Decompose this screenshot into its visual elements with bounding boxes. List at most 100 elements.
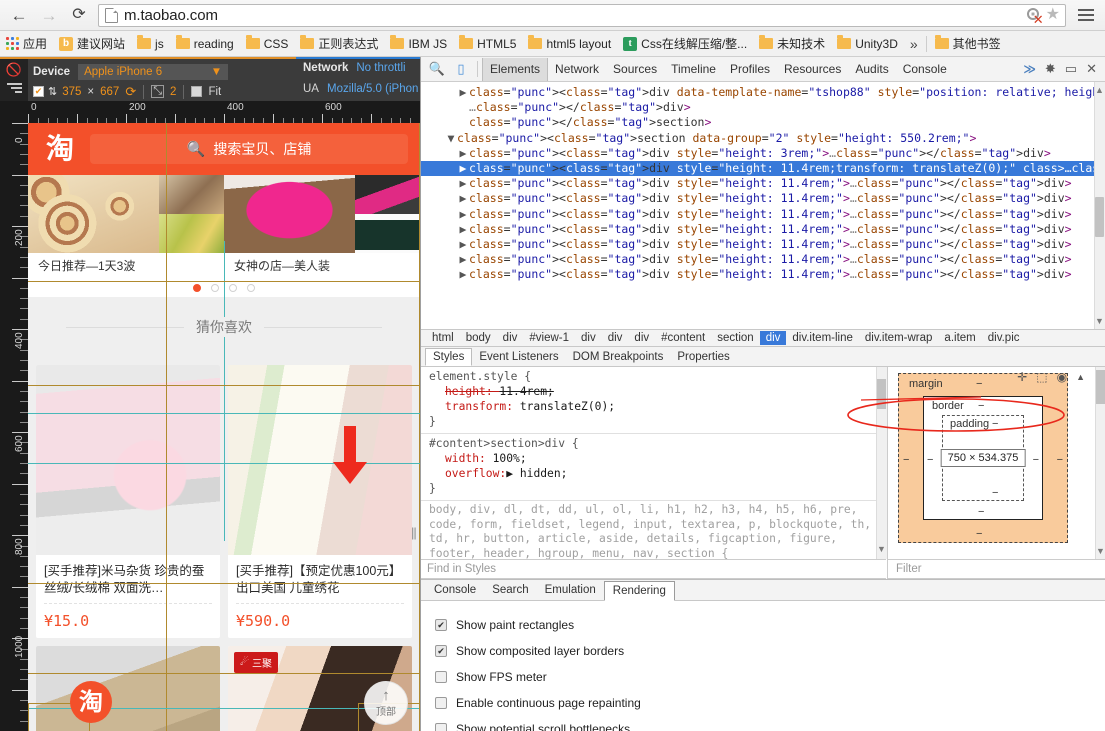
fit-checkbox[interactable] <box>191 86 202 97</box>
style-rule-content-section-div[interactable]: #content>section>div { width: 100%; over… <box>421 434 886 501</box>
drawer-tab-search[interactable]: Search <box>484 581 536 599</box>
margin-left-value[interactable]: − <box>903 454 909 466</box>
checkbox[interactable] <box>435 723 447 731</box>
elements-tree-row[interactable]: ▶class="punc"><class="tag">div style="he… <box>421 207 1105 222</box>
style-property[interactable]: width <box>429 452 479 465</box>
breadcrumb-item[interactable]: div <box>760 331 787 345</box>
bookmark-item-html5-layout[interactable]: html5 layout <box>522 33 617 55</box>
element-state-icon[interactable]: ⬚ <box>1036 370 1047 384</box>
tab-profiles[interactable]: Profiles <box>723 58 777 81</box>
style-declaration[interactable]: height: 11.4rem; <box>429 384 878 399</box>
expand-triangle-icon[interactable]: ▶ <box>457 222 469 237</box>
tab-resources[interactable]: Resources <box>777 58 848 81</box>
gear-icon[interactable]: ✸ <box>1045 61 1056 77</box>
scroll-down-icon[interactable]: ▼ <box>1096 546 1105 556</box>
reload-icon[interactable]: ⟳ <box>64 1 94 29</box>
tab-dom-breakpoints[interactable]: DOM Breakpoints <box>566 349 671 365</box>
elements-tree-row[interactable]: ▼class="punc"><class="tag">section data-… <box>421 131 1105 146</box>
elements-tree-row[interactable]: ▶class="punc"><class="tag">div style="he… <box>421 267 1105 282</box>
product-card[interactable] <box>36 646 220 731</box>
breadcrumb-item[interactable]: div <box>628 331 655 345</box>
scrollbar-thumb[interactable] <box>1096 370 1105 404</box>
box-model-margin[interactable]: margin − − − − border − − − − paddin <box>898 373 1068 543</box>
bookmark-item-reading[interactable]: reading <box>170 33 240 55</box>
margin-right-value[interactable]: − <box>1057 454 1063 466</box>
bookmark-star-icon[interactable]: ★ <box>1046 7 1060 23</box>
carousel-dot[interactable] <box>247 284 255 292</box>
breadcrumb-item[interactable]: #content <box>655 331 711 345</box>
expand-triangle-icon[interactable]: ▶ <box>457 191 469 206</box>
style-declaration[interactable]: transform: translateZ(0); <box>429 399 878 414</box>
bookmark-item-apps[interactable]: 应用 <box>0 33 53 55</box>
device-metrics-checkbox[interactable]: ✔ <box>33 86 44 97</box>
elements-tree-row[interactable]: class="punc"></class="tag">section> <box>421 115 1105 130</box>
rendering-option[interactable]: Enable continuous page repainting <box>435 690 1092 716</box>
more-tabs-icon[interactable]: ≫ <box>1023 62 1036 76</box>
breadcrumb-item[interactable]: div.pic <box>982 331 1026 345</box>
style-rule-element[interactable]: element.style { height: 11.4rem; transfo… <box>421 367 886 434</box>
carousel-dot[interactable] <box>211 284 219 292</box>
elements-tree-row[interactable]: ▶class="punc"><class="tag">div style="he… <box>421 176 1105 191</box>
bookmark-item-css[interactable]: CSS <box>240 33 295 55</box>
toggle-class-icon[interactable]: ◉ <box>1057 370 1067 384</box>
dock-side-icon[interactable]: ▭ <box>1065 61 1077 77</box>
carousel-dot[interactable] <box>229 284 237 292</box>
breadcrumb-item[interactable]: div <box>602 331 629 345</box>
expand-triangle-icon[interactable]: ▶ <box>457 237 469 252</box>
padding-top-value[interactable]: − <box>992 418 998 430</box>
device-pixel-ratio-input[interactable]: 2 <box>170 86 176 98</box>
find-in-styles-input[interactable]: Find in Styles <box>421 559 886 579</box>
scrollbar-thumb[interactable] <box>1095 197 1104 237</box>
expand-triangle-icon[interactable]: ▶ <box>457 146 469 161</box>
breadcrumb[interactable]: htmlbodydiv#view-1divdivdiv#contentsecti… <box>421 329 1105 347</box>
bookmark-item-html5[interactable]: HTML5 <box>453 33 522 55</box>
style-value[interactable]: 100%; <box>493 452 527 465</box>
breadcrumb-item[interactable]: html <box>426 331 460 345</box>
bookmark-item-bing[interactable]: b 建议网站 <box>53 33 131 55</box>
elements-scrollbar[interactable]: ▲ ▼ <box>1094 82 1105 329</box>
tab-timeline[interactable]: Timeline <box>664 58 723 81</box>
border-left-value[interactable]: − <box>927 454 933 466</box>
rendering-option[interactable]: Show potential scroll bottlenecks <box>435 716 1092 731</box>
box-model-scrollbar[interactable]: ▼ <box>1095 367 1105 559</box>
elements-tree-row[interactable]: …class="punc"></class="tag">div> <box>421 100 1105 115</box>
bookmark-item-other[interactable]: 其他书签 <box>929 33 1007 55</box>
expand-triangle-icon[interactable]: ▶ <box>457 267 469 282</box>
chrome-menu-icon[interactable] <box>1072 9 1100 21</box>
product-card[interactable]: [买手推荐]【预定优惠100元】出口美国 儿童绣花 ¥590.0 <box>228 365 412 638</box>
elements-tree-row[interactable]: ▶class="punc"><class="tag">div style="he… <box>421 146 1105 161</box>
search-icon[interactable]: 🔍 <box>425 61 449 77</box>
address-bar[interactable]: m.taobao.com ✕ ★ <box>98 4 1066 27</box>
device-toolbar-icon[interactable]: ▯ <box>449 61 473 77</box>
forward-icon[interactable]: → <box>34 1 64 29</box>
elements-tree-panel[interactable]: ▶class="punc"><class="tag">div data-temp… <box>421 82 1105 329</box>
elements-tree-row[interactable]: ▶class="punc"><class="tag">div data-temp… <box>421 85 1105 100</box>
scroll-up-icon[interactable]: ▲ <box>1095 85 1104 95</box>
drawer-tab-emulation[interactable]: Emulation <box>537 581 604 599</box>
scroll-down-icon[interactable]: ▼ <box>1095 316 1104 326</box>
elements-tree-row-selected[interactable]: ▶class="punc"><class="tag">div style="he… <box>421 161 1105 176</box>
style-declaration[interactable]: overflow:▶ hidden; <box>429 466 878 481</box>
expand-triangle-icon[interactable]: ▼ <box>445 131 457 146</box>
scroll-down-icon[interactable]: ▼ <box>877 544 886 554</box>
product-card[interactable]: [买手推荐]米马杂货 珍贵的蚕丝绒/长绒棉 双面洗… ¥15.0 <box>36 365 220 638</box>
new-style-rule-icon[interactable]: ✛ <box>1017 370 1027 384</box>
style-value[interactable]: ▶ hidden; <box>506 467 567 480</box>
tab-properties[interactable]: Properties <box>670 349 736 365</box>
tab-network[interactable]: Network <box>548 58 606 81</box>
tab-sources[interactable]: Sources <box>606 58 664 81</box>
rendering-option[interactable]: ✔Show composited layer borders <box>435 638 1092 664</box>
checkbox[interactable]: ✔ <box>435 619 447 631</box>
scrollbar-thumb[interactable] <box>877 379 886 409</box>
breadcrumb-item[interactable]: #view-1 <box>523 331 575 345</box>
swap-dimensions-icon[interactable]: ⇅ <box>48 85 57 98</box>
breadcrumb-item[interactable]: a.item <box>938 331 981 345</box>
bookmark-item-ibmjs[interactable]: IBM JS <box>384 33 453 55</box>
bookmark-item-regex[interactable]: 正则表达式 <box>294 33 384 55</box>
breadcrumb-item[interactable]: section <box>711 331 759 345</box>
search-input[interactable]: 🔍 搜索宝贝、店铺 <box>90 134 408 164</box>
taobao-float-button[interactable]: 淘 <box>70 681 112 723</box>
carousel-dots[interactable] <box>28 279 420 297</box>
bookmark-item-js[interactable]: js <box>131 33 170 55</box>
style-property[interactable]: transform <box>429 400 506 413</box>
